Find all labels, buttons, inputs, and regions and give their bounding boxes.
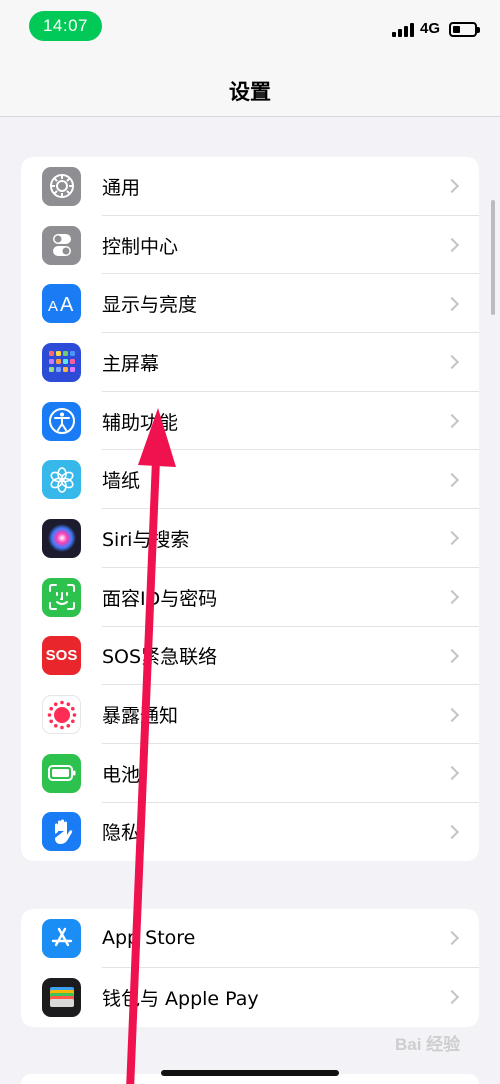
settings-row-face-id[interactable]: 面容ID与密码 — [21, 568, 479, 627]
settings-row-siri[interactable]: Siri与搜索 — [21, 509, 479, 568]
exposure-icon — [42, 695, 81, 735]
settings-row-label: 隐私 — [102, 822, 141, 845]
settings-row-label: 通用 — [102, 176, 141, 199]
settings-row-app-grid[interactable]: 主屏幕 — [21, 333, 479, 392]
svg-text:A: A — [48, 298, 58, 315]
settings-row-label: 面容ID与密码 — [102, 587, 218, 610]
settings-row-label: 控制中心 — [102, 235, 179, 258]
chevron-right-icon — [444, 648, 460, 663]
network-type: 4G — [420, 20, 441, 37]
chevron-right-icon — [444, 824, 460, 839]
chevron-right-icon — [444, 590, 460, 605]
settings-row-accessibility[interactable]: 辅助功能 — [21, 392, 479, 451]
home-indicator[interactable] — [161, 1070, 339, 1076]
chevron-right-icon — [444, 766, 460, 781]
sos-icon: SOS — [42, 636, 81, 676]
app-grid-icon — [42, 342, 81, 382]
chevron-right-icon — [444, 179, 460, 194]
sos-icon-text: SOS — [45, 647, 78, 665]
chevron-right-icon — [444, 531, 460, 546]
accessibility-icon — [42, 401, 81, 441]
chevron-right-icon — [444, 707, 460, 722]
chevron-right-icon — [444, 355, 460, 370]
settings-row-gear[interactable]: 通用 — [21, 157, 479, 216]
settings-group-main: 通用 控制中心 A A 显示与亮度 主屏幕 辅助功能 墙纸 Siri与搜索 面容ID与密码 SOS S… — [21, 157, 479, 861]
settings-row-label: 显示与亮度 — [102, 294, 198, 317]
wallet-icon — [42, 977, 81, 1017]
chevron-right-icon — [444, 989, 460, 1005]
svg-text:A: A — [60, 294, 74, 315]
settings-row-label: App Store — [102, 927, 196, 950]
settings-row-app-store[interactable]: App Store — [21, 909, 479, 968]
siri-icon — [42, 518, 81, 558]
chevron-right-icon — [444, 931, 460, 946]
settings-row-label: 辅助功能 — [102, 411, 179, 434]
settings-row-text-size[interactable]: A A 显示与亮度 — [21, 274, 479, 334]
settings-row-flower[interactable]: 墙纸 — [21, 450, 479, 510]
nav-bar: 设置 — [0, 54, 500, 117]
settings-row-exposure[interactable]: 暴露通知 — [21, 685, 479, 744]
chevron-right-icon — [444, 414, 460, 429]
settings-row-label: 电池 — [102, 763, 141, 786]
face-id-icon — [42, 577, 81, 617]
cellular-signal-icon — [392, 23, 414, 37]
settings-row-label: SOS紧急联络 — [102, 646, 218, 669]
chevron-right-icon — [444, 472, 460, 487]
settings-row-toggles[interactable]: 控制中心 — [21, 216, 479, 275]
watermark-logo: Bai 经验 — [395, 1035, 461, 1054]
settings-row-label: 暴露通知 — [102, 705, 179, 728]
toggles-icon — [42, 225, 81, 265]
settings-row-label: 墙纸 — [102, 470, 141, 493]
battery-status-icon — [449, 22, 480, 37]
status-time[interactable]: 14:07 — [29, 11, 102, 41]
hand-icon — [42, 812, 81, 852]
settings-row-label: 钱包与 Apple Pay — [102, 987, 259, 1010]
settings-row-wallet[interactable]: 钱包与 Apple Pay — [21, 968, 479, 1027]
text-size-icon: AA — [42, 284, 81, 324]
scroll-indicator[interactable] — [491, 200, 495, 315]
settings-row-battery[interactable]: 电池 — [21, 744, 479, 803]
settings-group-store: App Store 钱包与 Apple Pay — [21, 909, 479, 1027]
flower-icon — [42, 460, 81, 500]
battery-icon — [42, 753, 81, 793]
settings-row-label: 主屏幕 — [102, 352, 160, 375]
chevron-right-icon — [444, 237, 460, 253]
status-bar: 14:07 4G — [0, 0, 500, 54]
gear-icon — [42, 166, 81, 206]
settings-row-sos[interactable]: SOS SOS紧急联络 — [21, 627, 479, 686]
app-store-icon — [42, 918, 81, 958]
chevron-right-icon — [444, 296, 460, 311]
settings-row-label: Siri与搜索 — [102, 528, 190, 551]
settings-row-hand[interactable]: 隐私 — [21, 803, 479, 861]
page-title: 设置 — [229, 80, 271, 104]
